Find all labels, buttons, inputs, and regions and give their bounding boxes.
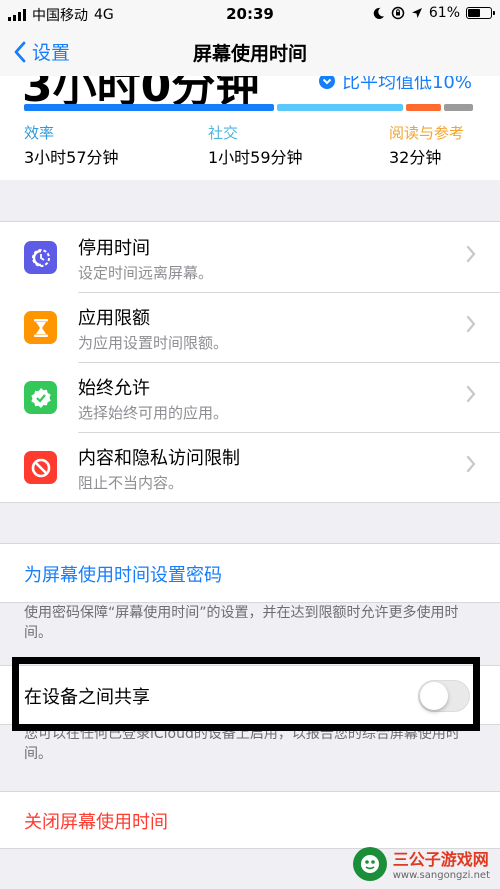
category-value: 3小时57分钟 (24, 148, 119, 167)
navigation-bar: 设置 屏幕使用时间 (0, 26, 500, 76)
usage-summary[interactable]: 3小时0分钟 比平均值低10% 效率 3小时57分钟 社交 1小时59分钟 阅读与参考 3… (0, 76, 500, 180)
watermark-name: 三公子游戏网 (392, 850, 489, 869)
menu-row-always-allowed[interactable]: 始终允许 选择始终可用的应用。 (0, 362, 500, 432)
menu-row-downtime[interactable]: 停用时间 设定时间远离屏幕。 (0, 222, 500, 292)
menu-row-content-privacy[interactable]: 内容和隐私访问限制 阻止不当内容。 (0, 432, 500, 502)
category-label: 阅读与参考 (389, 124, 465, 142)
menu-subtitle: 阻止不当内容。 (78, 474, 184, 492)
compare-text: 比平均值低10% (341, 76, 472, 93)
compare-average: 比平均值低10% (318, 76, 472, 94)
chevron-right-icon (466, 385, 476, 403)
checkmark-badge-icon (24, 381, 57, 414)
usage-bar-segment (277, 104, 403, 111)
menu-title: 始终允许 (78, 378, 150, 399)
battery-percent: 61% (428, 5, 460, 21)
menu-row-app-limits[interactable]: 应用限额 为应用设置时间限额。 (0, 292, 500, 362)
menu-subtitle: 为应用设置时间限额。 (78, 334, 229, 352)
chevron-right-icon (466, 315, 476, 333)
turn-off-button[interactable]: 关闭屏幕使用时间 (24, 808, 168, 834)
arrow-down-circle-icon (318, 76, 335, 89)
downtime-icon (24, 241, 57, 274)
watermark-url: www.sangongzi.net (392, 870, 490, 881)
battery-icon (466, 7, 495, 19)
chevron-right-icon (466, 455, 476, 473)
battery-fill (468, 9, 481, 17)
status-bar: 中国移动 4G 20:39 61% (0, 0, 500, 26)
passcode-group: 为屏幕使用时间设置密码 (0, 543, 500, 603)
usage-bar-segment (444, 104, 473, 111)
menu-subtitle: 选择始终可用的应用。 (78, 404, 229, 422)
category-label: 社交 (208, 124, 239, 142)
category-label: 效率 (24, 124, 55, 142)
prohibited-icon (24, 451, 57, 484)
rotation-lock-icon (391, 6, 405, 20)
hourglass-icon (24, 311, 57, 344)
usage-bar-segment (24, 104, 275, 111)
page-title: 屏幕使用时间 (192, 43, 307, 65)
usage-bar-segment (405, 104, 442, 111)
status-right: 61% (372, 5, 495, 21)
set-passcode-link[interactable]: 为屏幕使用时间设置密码 (24, 561, 222, 587)
menu-subtitle: 设定时间远离屏幕。 (78, 264, 214, 282)
menu-title: 内容和隐私访问限制 (78, 448, 240, 469)
moon-icon (373, 7, 384, 19)
menu-title: 应用限额 (78, 308, 150, 329)
watermark-logo-icon (352, 846, 387, 881)
category-value: 32分钟 (389, 148, 442, 167)
location-icon (411, 8, 422, 18)
highlight-box (12, 657, 480, 731)
settings-group: 停用时间 设定时间远离屏幕。 应用限额 为应用设置时间限额。 始终允许 选择始终… (0, 221, 500, 503)
chevron-right-icon (466, 245, 476, 263)
passcode-note: 使用密码保障“屏幕使用时间”的设置，并在达到限额时允许更多使用时间。 (24, 605, 459, 641)
category-value: 1小时59分钟 (208, 148, 303, 167)
watermark: 三公子游戏网 www.sangongzi.net (352, 846, 490, 881)
turn-off-group: 关闭屏幕使用时间 (0, 791, 500, 849)
usage-bar (24, 104, 476, 111)
menu-title: 停用时间 (78, 238, 150, 259)
